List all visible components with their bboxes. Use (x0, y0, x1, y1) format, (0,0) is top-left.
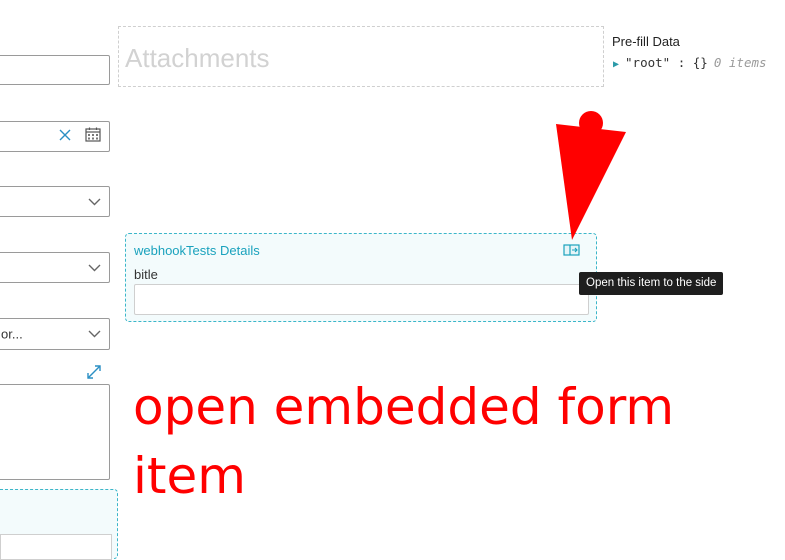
select-field-1[interactable] (0, 186, 110, 217)
attachments-dropzone[interactable]: Attachments (118, 26, 604, 87)
prefill-title: Pre-fill Data (612, 34, 680, 49)
caret-right-icon[interactable]: ▶ (613, 59, 619, 70)
field-label: bitle (134, 267, 158, 282)
chevron-down-icon (88, 259, 101, 277)
embedded-form: webhookTests Details bitle (125, 233, 597, 322)
prefill-count: 0 items (713, 55, 767, 70)
embedded-input-partial[interactable] (0, 534, 112, 560)
arrow-pointer (556, 111, 626, 240)
expand-icon[interactable] (86, 364, 102, 385)
prefill-separator: : (677, 55, 686, 70)
text-field-1[interactable] (0, 55, 110, 85)
prefill-value: {} (692, 55, 708, 70)
chevron-down-icon (88, 193, 101, 211)
clear-icon[interactable] (59, 128, 71, 146)
calendar-icon[interactable] (85, 127, 101, 147)
chevron-down-icon (88, 325, 101, 343)
date-field[interactable] (0, 121, 110, 152)
select-value: or... (1, 326, 23, 342)
embedded-form-partial (0, 489, 118, 560)
select-field-3[interactable]: or... (0, 318, 110, 350)
attachments-title: Attachments (125, 43, 270, 73)
prefill-tree-root[interactable]: ▶ "root" : {} 0 items (613, 55, 767, 70)
select-field-2[interactable] (0, 252, 110, 283)
tooltip: Open this item to the side (579, 272, 724, 295)
embedded-form-title[interactable]: webhookTests Details (134, 243, 260, 258)
prefill-key: "root" (625, 55, 671, 70)
bitle-input[interactable] (134, 284, 589, 315)
annotation-text: open embedded form item (133, 378, 675, 505)
open-to-side-icon[interactable] (563, 243, 581, 256)
textarea-field[interactable] (0, 384, 110, 480)
